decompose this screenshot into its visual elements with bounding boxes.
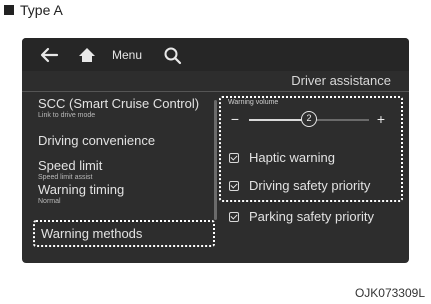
menu-button[interactable]: Menu — [112, 45, 142, 65]
infotainment-screen: Menu Driver assistance SCC (Smart Cruise… — [22, 38, 409, 263]
figure-caption: Type A — [4, 2, 63, 18]
menu-item-warning-timing[interactable]: Warning timing Normal — [38, 182, 216, 206]
caption-label: Type A — [20, 2, 63, 18]
option-parking-safety-priority[interactable]: Parking safety priority — [229, 209, 374, 224]
menu-item-label: Warning methods — [41, 226, 143, 241]
section-title: Driver assistance — [291, 73, 391, 88]
option-driving-safety-priority[interactable]: Driving safety priority — [229, 178, 370, 193]
volume-decrease-button[interactable]: − — [229, 112, 241, 126]
back-arrow-icon — [40, 47, 59, 63]
volume-increase-button[interactable]: + — [375, 112, 387, 126]
image-code: OJK073309L — [354, 286, 425, 300]
option-haptic-warning[interactable]: Haptic warning — [229, 150, 335, 165]
search-icon — [164, 47, 182, 65]
volume-slider-knob[interactable]: 2 — [301, 111, 317, 127]
search-button[interactable] — [162, 45, 184, 65]
square-bullet-icon — [4, 5, 14, 15]
back-button[interactable] — [38, 45, 60, 65]
menu-item-sublabel: Normal — [38, 198, 61, 205]
menu-item-label: Speed limit — [38, 158, 103, 173]
menu-item-driving-convenience[interactable]: Driving convenience — [38, 133, 216, 148]
header-divider — [22, 91, 409, 92]
checkbox-checked-icon[interactable] — [229, 211, 239, 222]
volume-slider-fill — [249, 119, 309, 121]
menu-item-label: Driving convenience — [38, 133, 156, 148]
top-bar: Menu — [22, 38, 409, 71]
menu-scrollbar[interactable] — [214, 100, 217, 220]
checkbox-checked-icon[interactable] — [229, 180, 239, 191]
menu-item-label: SCC (Smart Cruise Control) — [38, 96, 200, 111]
option-label: Driving safety priority — [249, 178, 371, 193]
menu-item-speed-limit[interactable]: Speed limit Speed limit assist — [38, 158, 216, 182]
menu-item-label: Warning timing — [38, 182, 125, 197]
option-label: Parking safety priority — [249, 209, 374, 224]
home-icon — [79, 48, 95, 62]
menu-item-scc[interactable]: SCC (Smart Cruise Control) Link to drive… — [38, 96, 216, 120]
warning-volume-label: Warning volume — [228, 99, 279, 106]
option-label: Haptic warning — [249, 150, 335, 165]
menu-item-sublabel: Speed limit assist — [38, 174, 93, 181]
checkbox-checked-icon[interactable] — [229, 152, 239, 163]
menu-item-warning-methods[interactable]: Warning methods — [33, 220, 215, 247]
volume-slider[interactable]: 2 — [249, 111, 369, 127]
home-button[interactable] — [76, 45, 98, 65]
menu-item-sublabel: Link to drive mode — [38, 112, 96, 119]
